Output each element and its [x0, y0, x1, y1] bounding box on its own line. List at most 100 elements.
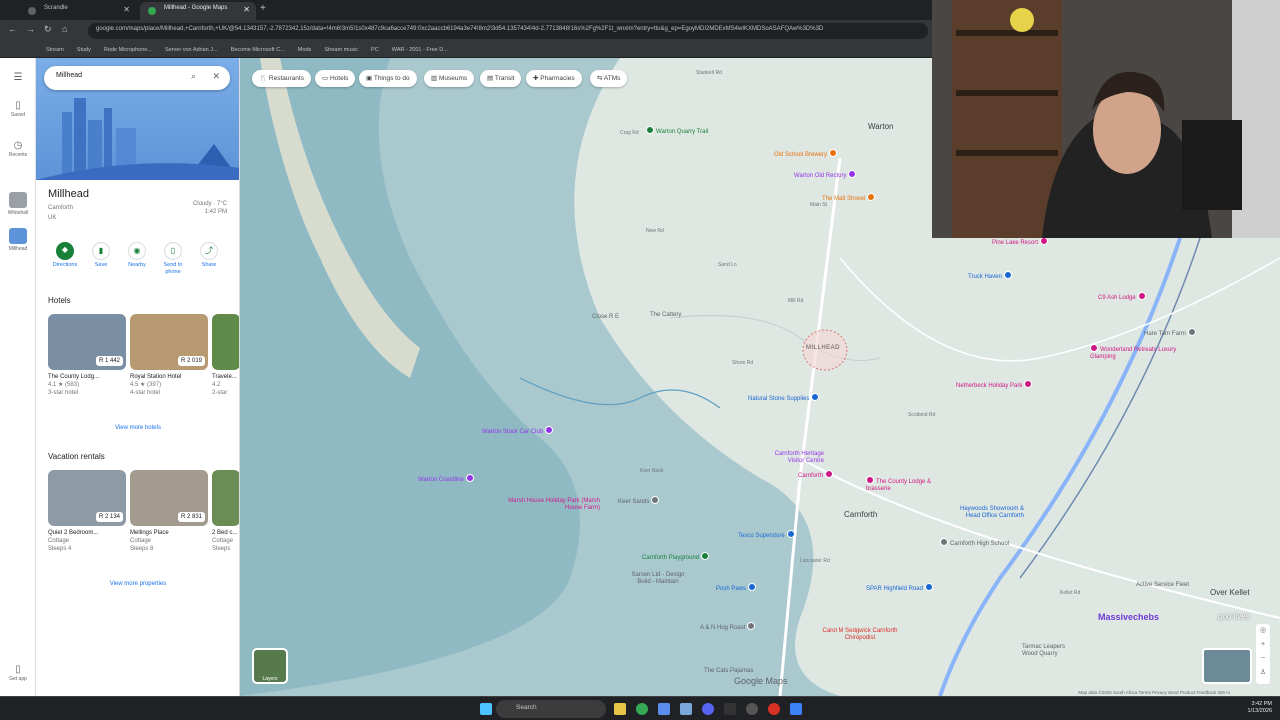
- poi-label[interactable]: Tesco Superstore: [738, 530, 797, 539]
- recent-whitehall[interactable]: Whitehall: [0, 192, 36, 216]
- poi-label[interactable]: C9 Ash Lodge: [1098, 292, 1148, 301]
- system-clock[interactable]: 3:42 PM 1/13/2026: [1248, 701, 1272, 715]
- discord-icon[interactable]: [702, 703, 714, 715]
- selected-place-label[interactable]: MILLHEAD: [806, 345, 840, 351]
- poi-label[interactable]: Natural Stone Supplies: [748, 393, 821, 402]
- directions-button[interactable]: ◆ Directions: [48, 242, 82, 269]
- rental-card[interactable]: 2 Bed c... Cottage Sleeps: [212, 470, 239, 553]
- poi-label[interactable]: The Malt Shovel: [822, 193, 877, 202]
- forward-icon[interactable]: →: [26, 24, 35, 34]
- bookmark-item[interactable]: Rode Microphone...: [104, 47, 152, 53]
- poi-label[interactable]: Hare Tarn Farm: [1144, 328, 1198, 337]
- home-icon[interactable]: ⌂: [62, 24, 67, 34]
- search-input[interactable]: Millhead ⌕ ✕: [44, 66, 230, 90]
- save-button[interactable]: ▮ Save: [84, 242, 118, 269]
- poi-label[interactable]: Warton Coastline: [418, 474, 476, 483]
- share-button[interactable]: ⤴ Share: [192, 242, 226, 269]
- poi-label[interactable]: The County Lodge & brasserie: [866, 476, 936, 493]
- search-icon[interactable]: ⌕: [191, 71, 196, 82]
- poi-label[interactable]: Posh Paws: [716, 583, 758, 592]
- back-icon[interactable]: ←: [8, 24, 17, 34]
- send-to-phone-button[interactable]: ▯ Send to phone: [156, 242, 190, 276]
- nearby-button[interactable]: ◉ Nearby: [120, 242, 154, 269]
- close-tab-icon[interactable]: ✕: [243, 5, 250, 14]
- chip-pharmacies[interactable]: ✚ Pharmacies: [526, 70, 582, 87]
- poi-label[interactable]: Keer Sands: [618, 496, 661, 505]
- poi-label[interactable]: Pine Lake Resort: [992, 237, 1050, 246]
- town-label[interactable]: Warton: [868, 122, 894, 131]
- close-tab-icon[interactable]: ✕: [123, 5, 130, 14]
- poi-label[interactable]: Haywoods Showroom & Head Office Carnfort…: [944, 506, 1024, 520]
- poi-label[interactable]: Carnforth Heritage Visitor Centre: [762, 451, 824, 465]
- chip-hotels[interactable]: ▭ Hotels: [315, 70, 356, 87]
- poi-label[interactable]: Carnforth: [798, 470, 835, 479]
- poi-label[interactable]: The Cats Pajamas: [704, 668, 753, 674]
- new-tab-button[interactable]: +: [260, 3, 266, 14]
- town-label[interactable]: Over Kellet: [1210, 588, 1250, 597]
- chrome-icon[interactable]: [636, 703, 648, 715]
- bookmark-item[interactable]: WAR - 2001 - Free D...: [392, 47, 448, 53]
- hotel-card[interactable]: R 1 442 The County Lodg... 4.1 ★ (583) 3-st…: [48, 314, 126, 397]
- zoom-out-button[interactable]: −: [1256, 652, 1270, 666]
- hotel-card[interactable]: Travele... 4.2 2-star: [212, 314, 239, 397]
- my-location-icon[interactable]: ◎: [1256, 624, 1270, 638]
- poi-label[interactable]: Old School Brewery: [774, 149, 839, 158]
- obs-icon[interactable]: [746, 703, 758, 715]
- rental-card[interactable]: R 2 134 Quiet 2 Bedroom... Cottage Sleeps 4: [48, 470, 126, 553]
- saved-button[interactable]: ▯ Saved: [0, 100, 36, 118]
- poi-label[interactable]: Carnforth High School: [940, 538, 1009, 547]
- poi-label[interactable]: Tarmac Leapers Wood Quarry: [1022, 644, 1082, 658]
- pegman-icon[interactable]: ♙: [1256, 666, 1270, 680]
- chip-transit[interactable]: ▤ Transit: [480, 70, 522, 87]
- chip-atms[interactable]: ⇆ ATMs: [590, 70, 628, 87]
- poi-label[interactable]: The Cattery: [650, 312, 681, 318]
- bookmark-item[interactable]: Study: [77, 47, 91, 53]
- app-icon[interactable]: [680, 703, 692, 715]
- layers-button[interactable]: Layers: [252, 648, 288, 684]
- app-icon[interactable]: [724, 703, 736, 715]
- zoom-in-button[interactable]: +: [1256, 638, 1270, 652]
- poi-label[interactable]: Netherbeck Holiday Park: [956, 380, 1034, 389]
- poi-label[interactable]: Truck Haven: [968, 271, 1014, 280]
- view-more-properties-link[interactable]: View more properties: [36, 581, 239, 587]
- menu-button[interactable]: ☰: [0, 72, 36, 84]
- poi-label[interactable]: SPAR Highfield Road: [866, 583, 935, 592]
- app-icon[interactable]: [790, 703, 802, 715]
- bookmark-item[interactable]: Stream music: [324, 47, 358, 53]
- poi-label[interactable]: Warton Old Rectory: [794, 170, 858, 179]
- get-app-button[interactable]: ▯ Get app: [0, 664, 36, 682]
- bookmark-item[interactable]: Server von Adrian J...: [165, 47, 218, 53]
- chip-things-to-do[interactable]: ▣ Things to do: [359, 70, 417, 87]
- taskbar-search[interactable]: Search: [496, 700, 606, 718]
- app-icon[interactable]: [768, 703, 780, 715]
- start-icon[interactable]: [480, 703, 492, 715]
- close-icon[interactable]: ✕: [212, 71, 220, 82]
- street-view-thumbnail[interactable]: [1202, 648, 1252, 684]
- view-more-hotels-link[interactable]: View more hotels: [36, 425, 239, 431]
- poi-label[interactable]: Active Service Fleet: [1136, 582, 1189, 588]
- app-icon[interactable]: [658, 703, 670, 715]
- rental-card[interactable]: R 2 831 Mellings Place Cottage Sleeps 8: [130, 470, 208, 553]
- url-field[interactable]: google.com/maps/place/Millhead,+Carnfort…: [88, 23, 928, 39]
- poi-label[interactable]: Close R E: [592, 314, 619, 320]
- tab-scrandle[interactable]: Scrandle ✕: [20, 2, 136, 20]
- reload-icon[interactable]: ↻: [44, 24, 52, 35]
- poi-label[interactable]: Warton Quarry Trail: [646, 126, 708, 135]
- bookmark-item[interactable]: PC: [371, 47, 379, 53]
- bookmark-item[interactable]: Become Microsoft C...: [231, 47, 285, 53]
- hotel-card[interactable]: R 2 019 Royal Station Hotel 4.5 ★ (397) 4-s…: [130, 314, 208, 397]
- poi-label[interactable]: Carol M Sedgwick Carnforth Chiropodist: [820, 628, 900, 642]
- poi-label[interactable]: Warton Stock Car Club: [482, 426, 555, 435]
- recent-millhead[interactable]: Millhead: [0, 228, 36, 252]
- recents-button[interactable]: ◷ Recents: [0, 140, 36, 158]
- poi-label[interactable]: Wonderland Retreats Luxury Glamping: [1090, 344, 1180, 361]
- chip-museums[interactable]: ▥ Museums: [424, 70, 475, 87]
- file-explorer-icon[interactable]: [614, 703, 626, 715]
- poi-label[interactable]: Carnforth Playground: [642, 552, 711, 561]
- poi-label[interactable]: Marsh House Holiday Park (Marsh House Fa…: [504, 498, 600, 512]
- map-attribution[interactable]: Map data ©2026 South Africa Terms Privac…: [1078, 690, 1230, 695]
- town-label[interactable]: Carnforth: [844, 510, 877, 519]
- poi-label[interactable]: A & N Hog Roast: [700, 622, 757, 631]
- bookmark-item[interactable]: Mods: [298, 47, 311, 53]
- tab-google-maps[interactable]: Millhead - Google Maps ✕: [140, 2, 256, 20]
